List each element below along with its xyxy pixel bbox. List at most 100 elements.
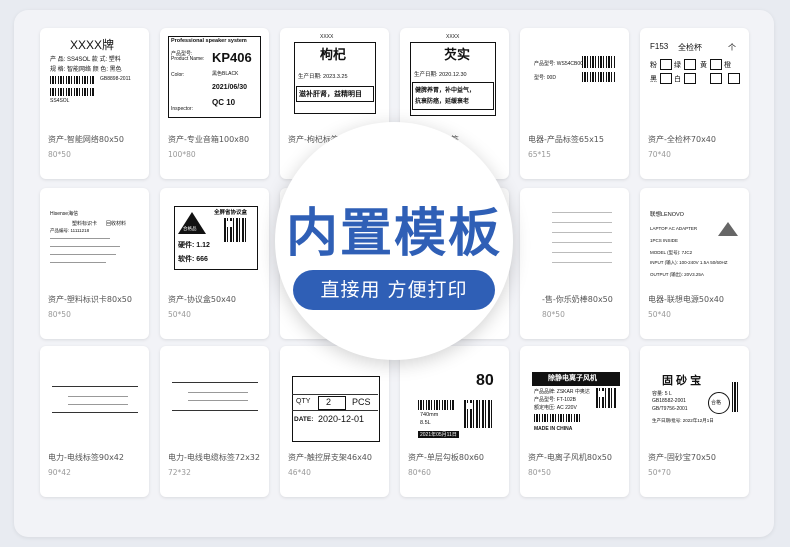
preview-text: 绿 xyxy=(674,62,681,69)
divider xyxy=(50,254,116,255)
template-title: -售-你乐奶棒80x50 xyxy=(542,295,613,304)
preview-text: Inspector: xyxy=(171,106,193,112)
preview-text: 1PCS INSIDE xyxy=(650,238,679,243)
divider xyxy=(552,212,612,213)
preview-text: 生产日期: 2023.3.25 xyxy=(298,74,348,80)
qr-code-icon xyxy=(224,218,248,242)
template-preview xyxy=(40,346,149,446)
divider xyxy=(188,400,248,401)
template-preview: 除静电离子风机 产品品牌: ZSKAR 中奥达 产品型号: FT-102B 额定… xyxy=(520,346,629,446)
preview-text: 软件: 666 xyxy=(178,256,208,263)
template-card[interactable]: Hisense海信 塑料标识卡 回收材料 产品编号: 11111218 资产-塑… xyxy=(40,188,149,339)
preview-text: 2021年05月11日 xyxy=(418,431,459,438)
checkbox-icon xyxy=(684,73,696,84)
preview-text: Product Name: xyxy=(171,56,205,62)
template-card[interactable]: Professional speaker system 产品型号: Produc… xyxy=(160,28,269,179)
template-card[interactable]: QTY 2 PCS DATE: 2020-12-01 资产-触控屏支架46x40… xyxy=(280,346,389,497)
divider xyxy=(68,404,128,405)
template-preview: 80 740mm 8.5L 2021年05月11日 xyxy=(400,346,509,446)
warning-triangle-icon xyxy=(718,222,738,236)
preview-text: XXXX xyxy=(320,34,334,40)
template-title: 资产-单层勾板80x60 xyxy=(408,453,484,462)
template-preview: Professional speaker system 产品型号: Produc… xyxy=(160,28,269,128)
barcode-icon xyxy=(50,76,94,84)
preview-text: F153 xyxy=(650,42,669,51)
template-title: 电器-产品标签65x15 xyxy=(528,135,604,144)
preview-text: LAPTOP AC ADAPTER xyxy=(650,226,698,231)
template-size: 70*40 xyxy=(648,150,671,159)
template-size: 46*40 xyxy=(288,468,311,477)
preview-text: 2020-12-01 xyxy=(318,414,365,424)
template-size: 80*50 xyxy=(48,150,71,159)
barcode-icon xyxy=(732,382,740,412)
template-preview: QTY 2 PCS DATE: 2020-12-01 xyxy=(280,346,389,446)
template-preview: F153 全检杯 个 粉 绿 黄 橙 黑 白 xyxy=(640,28,749,128)
preview-text: 产品型号: FT-102B xyxy=(534,397,576,403)
template-preview: 固 砂 宝 容量: 5 L GB18582-2001 GB/T9756-2001… xyxy=(640,346,749,446)
preview-text: 粉 xyxy=(650,62,657,69)
preview-text: XXXX xyxy=(446,34,460,40)
preview-text: 产品品牌: ZSKAR 中奥达 xyxy=(534,389,590,395)
template-preview xyxy=(520,188,629,288)
template-card[interactable]: 电力-电线标签90x42 90*42 xyxy=(40,346,149,497)
preview-text: Professional speaker system xyxy=(171,38,247,44)
divider xyxy=(50,238,110,239)
template-size: 100*80 xyxy=(168,150,196,159)
preview-text: 滋补肝肾，益精明目 xyxy=(299,91,362,98)
divider xyxy=(172,382,258,383)
preview-text: MADE IN CHINA xyxy=(534,426,573,432)
barcode-icon xyxy=(50,88,94,96)
preview-text: QC 10 xyxy=(212,98,236,107)
preview-text: 白 xyxy=(674,76,681,83)
preview-text: 黑色BLACK xyxy=(212,71,239,77)
preview-text: MODEL (型号): 7JC2 xyxy=(650,250,693,255)
template-card[interactable]: 联想LENOVO LAPTOP AC ADAPTER 1PCS INSIDE M… xyxy=(640,188,749,339)
preview-text: 合格品 xyxy=(183,226,197,231)
preview-text: 黑 xyxy=(650,76,657,83)
preview-text: INPUT (输入): 100-240V 1.5A 50/60HZ xyxy=(650,260,728,265)
template-card[interactable]: 电力-电线电缆标签72x32 72*32 xyxy=(160,346,269,497)
template-card[interactable]: 固 砂 宝 容量: 5 L GB18582-2001 GB/T9756-2001… xyxy=(640,346,749,497)
template-card[interactable]: -售-你乐奶棒80x50 80*50 xyxy=(520,188,629,339)
preview-text: 额定电压: AC 220V xyxy=(534,405,577,411)
template-size: 65*15 xyxy=(528,150,551,159)
template-title: 资产-触控屏支架46x40 xyxy=(288,453,372,462)
checkbox-icon xyxy=(660,73,672,84)
divider xyxy=(552,262,612,263)
template-card[interactable]: F153 全检杯 个 粉 绿 黄 橙 黑 白 资产-全检杯70x40 70*40 xyxy=(640,28,749,179)
barcode-icon xyxy=(582,72,616,82)
template-card[interactable]: 除静电离子风机 产品品牌: ZSKAR 中奥达 产品型号: FT-102B 额定… xyxy=(520,346,629,497)
headline: 内置模板 xyxy=(285,204,502,264)
qr-code-icon xyxy=(596,388,616,408)
preview-text: Hisense海信 xyxy=(50,211,79,217)
divider xyxy=(552,242,612,243)
preview-text: 全屏省协议盒 xyxy=(214,210,248,216)
template-size: 80*50 xyxy=(48,310,71,319)
template-size: 80*50 xyxy=(542,310,565,319)
template-preview: XXXX 芡实 生产日期: 2020.12.30 健脾养胃，补中益气， 抗衰防癌… xyxy=(400,28,509,128)
template-card[interactable]: XXXX牌 产 品: SS4SOL 款 式: 塑料 规 格: 智能网络 颜 色:… xyxy=(40,28,149,179)
divider xyxy=(50,246,120,247)
template-card[interactable]: 80 740mm 8.5L 2021年05月11日 资产-单层勾板80x60 8… xyxy=(400,346,509,497)
barcode-icon xyxy=(582,56,616,68)
preview-text: 联想LENOVO xyxy=(650,212,684,218)
template-card[interactable]: 全屏省协议盒 合格品 硬件: 1.12 软件: 666 资产-协议盒50x40 … xyxy=(160,188,269,339)
preview-text: 硬件: 1.12 xyxy=(178,242,210,249)
template-preview: 全屏省协议盒 合格品 硬件: 1.12 软件: 666 xyxy=(160,188,269,288)
divider xyxy=(292,394,378,395)
template-title: 资产-全检杯70x40 xyxy=(648,135,716,144)
preview-text: 除静电离子风机 xyxy=(548,375,597,382)
preview-text: SS4SOL xyxy=(50,98,70,104)
preview-text: 产品编号: 11111218 xyxy=(50,228,90,233)
label-border xyxy=(318,396,346,410)
preview-text: GB8898-2011 xyxy=(100,76,131,82)
divider xyxy=(552,222,612,223)
divider xyxy=(552,252,612,253)
template-title: 资产-固砂宝70x50 xyxy=(648,453,716,462)
template-title: 资产-塑料标识卡80x50 xyxy=(48,295,132,304)
preview-text: 橙 xyxy=(724,62,731,69)
preview-text: 型号: 00D xyxy=(534,75,556,81)
preview-text: 全检杯 xyxy=(678,43,702,52)
template-card[interactable]: 产品型号: WS54CB0C 型号: 00D 电器-产品标签65x15 65*1… xyxy=(520,28,629,179)
preview-text: 回收材料 xyxy=(106,221,127,227)
